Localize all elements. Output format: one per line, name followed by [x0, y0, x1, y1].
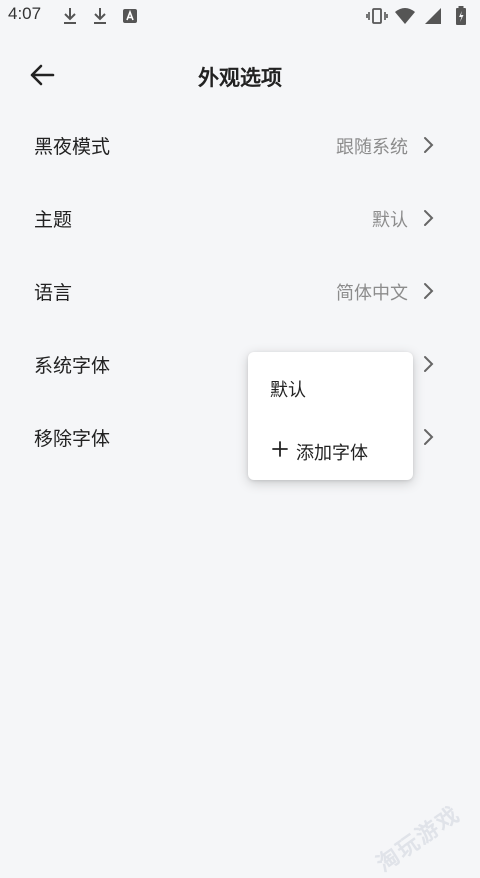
- status-time: 4:07: [8, 4, 42, 23]
- menu-item-label: 添加字体: [296, 443, 368, 464]
- setting-label: 主题: [34, 209, 73, 231]
- setting-value: 跟随系统: [336, 137, 408, 158]
- vibrate-icon: [366, 5, 388, 27]
- status-system-icons: [366, 5, 472, 27]
- plus-icon: [272, 441, 288, 457]
- setting-value: 简体中文: [336, 283, 408, 304]
- battery-charging-icon: [450, 5, 472, 27]
- chevron-right-icon: [422, 207, 436, 229]
- signal-icon: [422, 5, 444, 27]
- setting-label: 系统字体: [34, 355, 111, 377]
- chevron-right-icon: [422, 353, 436, 375]
- setting-dark-mode[interactable]: 黑夜模式 跟随系统: [0, 110, 480, 183]
- menu-item-label: 默认: [270, 380, 306, 401]
- menu-item-add-font[interactable]: 添加字体: [248, 421, 413, 477]
- download-icon: [90, 6, 110, 26]
- setting-language[interactable]: 语言 简体中文: [0, 256, 480, 329]
- status-bar: 4:07: [0, 0, 480, 32]
- chevron-right-icon: [422, 280, 436, 302]
- download-icon: [60, 6, 80, 26]
- setting-label: 黑夜模式: [34, 136, 111, 158]
- app-bar: 外观选项: [0, 48, 480, 106]
- page-title: 外观选项: [198, 66, 282, 90]
- font-popup-menu: 默认 添加字体: [248, 352, 413, 480]
- chevron-right-icon: [422, 134, 436, 156]
- setting-theme[interactable]: 主题 默认: [0, 183, 480, 256]
- setting-label: 移除字体: [34, 428, 111, 450]
- chevron-right-icon: [422, 426, 436, 448]
- setting-label: 语言: [34, 282, 73, 304]
- status-notification-icons: [60, 6, 140, 26]
- watermark: 淘玩游戏: [372, 801, 466, 878]
- font-app-icon: [120, 6, 140, 26]
- wifi-icon: [394, 5, 416, 27]
- setting-value: 默认: [372, 210, 408, 231]
- menu-item-default-font[interactable]: 默认: [248, 358, 413, 414]
